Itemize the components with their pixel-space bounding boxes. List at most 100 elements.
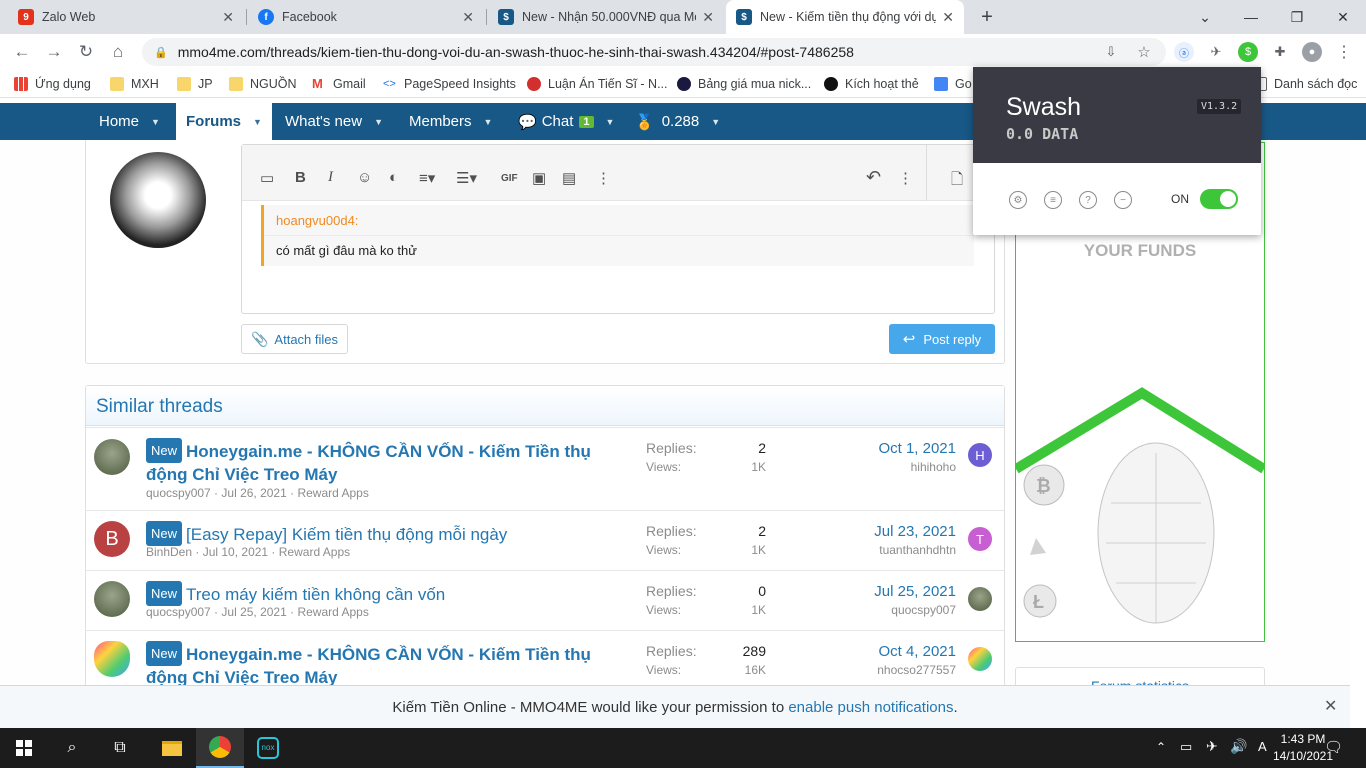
thread-author[interactable]: quocspy007 bbox=[146, 486, 211, 500]
thread-author[interactable]: BinhDen bbox=[146, 545, 192, 559]
thread-row[interactable]: New Treo máy kiếm tiền không cần vốn quoc… bbox=[86, 570, 1004, 630]
thread-title[interactable]: New Honeygain.me - KHÔNG CẦN VỐN - Kiếm T… bbox=[146, 641, 626, 689]
last-poster-avatar[interactable]: H bbox=[968, 443, 992, 467]
profile-icon[interactable]: ● bbox=[1302, 42, 1322, 62]
maximize-icon[interactable]: ❐ bbox=[1274, 0, 1320, 34]
clock-time[interactable]: 1:43 PM bbox=[1276, 732, 1330, 746]
last-poster-avatar[interactable]: T bbox=[968, 527, 992, 551]
close-tab-icon[interactable]: ✕ bbox=[942, 9, 954, 26]
bookmark-folder-jp[interactable]: JP bbox=[177, 76, 213, 92]
align-icon[interactable]: ≡▾ bbox=[419, 169, 435, 187]
home-icon[interactable]: ⌂ bbox=[106, 40, 130, 64]
bookmark-kich-hoat[interactable]: Kích hoạt thẻ bbox=[824, 76, 919, 92]
palette-icon[interactable]: ◐ bbox=[389, 169, 398, 186]
bookmark-star-icon[interactable]: ☆ bbox=[1134, 42, 1154, 62]
thread-forum[interactable]: Reward Apps bbox=[297, 486, 368, 500]
new-tab-button[interactable]: + bbox=[972, 0, 1002, 34]
more-options-icon[interactable]: ⋮ bbox=[596, 169, 611, 187]
battery-icon[interactable]: ▭ bbox=[1180, 739, 1192, 755]
airplane-mode-icon[interactable]: ✈ bbox=[1206, 738, 1218, 755]
minimize-icon[interactable]: — bbox=[1228, 0, 1274, 34]
windows-start-icon[interactable] bbox=[0, 728, 48, 768]
bookmark-go[interactable]: Go bbox=[934, 76, 972, 92]
menu-icon[interactable]: ⋮ bbox=[1334, 42, 1354, 62]
hide-content-icon[interactable]: ▭ bbox=[260, 169, 274, 187]
italic-icon[interactable]: I bbox=[328, 169, 333, 186]
chevron-down-icon[interactable]: ▼ bbox=[151, 117, 160, 127]
user-avatar[interactable] bbox=[110, 152, 206, 248]
reading-list[interactable]: Danh sách đọc bbox=[1256, 76, 1357, 92]
last-poster[interactable]: hihihoho bbox=[911, 460, 956, 474]
forward-icon[interactable]: → bbox=[42, 40, 66, 64]
bookmark-pagespeed[interactable]: <> PageSpeed Insights bbox=[383, 76, 516, 92]
nav-forums[interactable]: Forums ▼ bbox=[176, 103, 272, 140]
attach-files-button[interactable]: 📎 Attach files bbox=[241, 324, 348, 354]
reply-editor[interactable]: ▭ B I ☺ ◐ ≡▾ ☰▾ GIF ▣ ▤ ⋮ ↶ ⋮ 🗋 hoangvu0… bbox=[241, 144, 995, 314]
media-icon[interactable]: ▤ bbox=[562, 169, 576, 187]
last-poster[interactable]: quocspy007 bbox=[891, 603, 956, 617]
puzzle-icon[interactable]: ✚ bbox=[1270, 42, 1290, 62]
language-icon[interactable]: A bbox=[1258, 739, 1267, 754]
bookmark-luan-an[interactable]: Luận Án Tiến Sĩ - N... bbox=[527, 76, 668, 92]
reload-icon[interactable]: ↻ bbox=[74, 40, 98, 64]
last-poster-avatar[interactable] bbox=[968, 587, 992, 611]
close-tab-icon[interactable]: ✕ bbox=[702, 9, 714, 26]
filter-list-icon[interactable]: ≡ bbox=[1044, 191, 1062, 209]
enable-notifications-link[interactable]: enable push notifications bbox=[788, 699, 953, 716]
tab-facebook[interactable]: f Facebook ✕ bbox=[248, 0, 484, 34]
close-icon[interactable]: ✕ bbox=[1324, 696, 1337, 716]
bookmark-folder-mxh[interactable]: MXH bbox=[110, 76, 159, 92]
tab-mmo4me-1[interactable]: $ New - Nhận 50.000VNĐ qua Mo ✕ bbox=[488, 0, 724, 34]
bookmark-bang-gia[interactable]: Bảng giá mua nick... bbox=[677, 76, 811, 92]
file-explorer-icon[interactable] bbox=[148, 728, 196, 768]
more-icon[interactable]: ⋮ bbox=[898, 169, 913, 187]
close-window-icon[interactable]: ✕ bbox=[1320, 0, 1366, 34]
thread-forum[interactable]: Reward Apps bbox=[279, 545, 350, 559]
thread-forum[interactable]: Reward Apps bbox=[297, 605, 368, 619]
address-bar[interactable]: 🔒 mmo4me.com/threads/kiem-tien-thu-dong-… bbox=[142, 38, 1166, 66]
chevron-down-icon[interactable]: ▼ bbox=[484, 117, 493, 127]
bookmark-folder-nguon[interactable]: NGUỒN bbox=[229, 76, 297, 92]
last-poster-avatar[interactable] bbox=[968, 647, 992, 671]
last-post-date[interactable]: Jul 23, 2021 bbox=[874, 523, 956, 540]
thread-author[interactable]: quocspy007 bbox=[146, 605, 211, 619]
pause-icon[interactable]: − bbox=[1114, 191, 1132, 209]
nav-whats-new[interactable]: What's new ▼ bbox=[285, 103, 383, 140]
volume-icon[interactable]: 🔊 bbox=[1230, 738, 1247, 755]
bookmark-gmail[interactable]: M Gmail bbox=[312, 76, 366, 92]
extension-plane-icon[interactable]: ✈ bbox=[1206, 42, 1226, 62]
tab-search-icon[interactable]: ⌄ bbox=[1182, 0, 1228, 34]
thread-row[interactable]: New Honeygain.me - KHÔNG CẦN VỐN - Kiếm T… bbox=[86, 427, 1004, 510]
notification-center-icon[interactable]: 🗨 bbox=[1324, 738, 1343, 756]
thread-row[interactable]: B New [Easy Repay] Kiếm tiền thụ động mỗi… bbox=[86, 510, 1004, 570]
tray-expand-icon[interactable]: ⌃ bbox=[1156, 740, 1166, 754]
chevron-down-icon[interactable]: ▼ bbox=[374, 117, 383, 127]
last-post-date[interactable]: Jul 25, 2021 bbox=[874, 583, 956, 600]
nav-home[interactable]: Home ▼ bbox=[99, 103, 160, 140]
nav-points[interactable]: 🏅 0.288 ▼ bbox=[635, 103, 720, 140]
tab-zalo[interactable]: 9 Zalo Web ✕ bbox=[8, 0, 244, 34]
swash-toggle[interactable] bbox=[1200, 189, 1238, 209]
avatar[interactable]: B bbox=[94, 521, 130, 557]
search-icon[interactable]: ⌕ bbox=[48, 728, 96, 768]
last-poster[interactable]: nhocso277557 bbox=[877, 663, 956, 677]
tab-mmo4me-active[interactable]: $ New - Kiếm tiền thụ động với dự ✕ bbox=[726, 0, 964, 34]
last-post-date[interactable]: Oct 4, 2021 bbox=[878, 643, 956, 660]
bold-icon[interactable]: B bbox=[295, 169, 306, 186]
thread-title[interactable]: New Treo máy kiếm tiền không cần vốn bbox=[146, 581, 626, 606]
emoji-icon[interactable]: ☺ bbox=[357, 169, 372, 186]
install-app-icon[interactable]: ⇩ bbox=[1101, 42, 1121, 62]
swash-extension-icon[interactable]: $ bbox=[1238, 42, 1258, 62]
help-icon[interactable]: ? bbox=[1079, 191, 1097, 209]
settings-gear-icon[interactable]: ⚙ bbox=[1009, 191, 1027, 209]
thread-title[interactable]: New [Easy Repay] Kiếm tiền thụ động mỗi n… bbox=[146, 521, 626, 546]
last-poster[interactable]: tuanthanhdhtn bbox=[879, 543, 956, 557]
avatar[interactable] bbox=[94, 581, 130, 617]
image-icon[interactable]: ▣ bbox=[532, 169, 546, 187]
back-icon[interactable]: ← bbox=[10, 40, 34, 64]
last-post-date[interactable]: Oct 1, 2021 bbox=[878, 440, 956, 457]
bookmark-apps[interactable]: Ứng dụng bbox=[14, 76, 91, 92]
avatar[interactable] bbox=[94, 641, 130, 677]
chrome-taskbar-icon[interactable] bbox=[196, 728, 244, 768]
chevron-down-icon[interactable]: ▼ bbox=[253, 117, 262, 127]
